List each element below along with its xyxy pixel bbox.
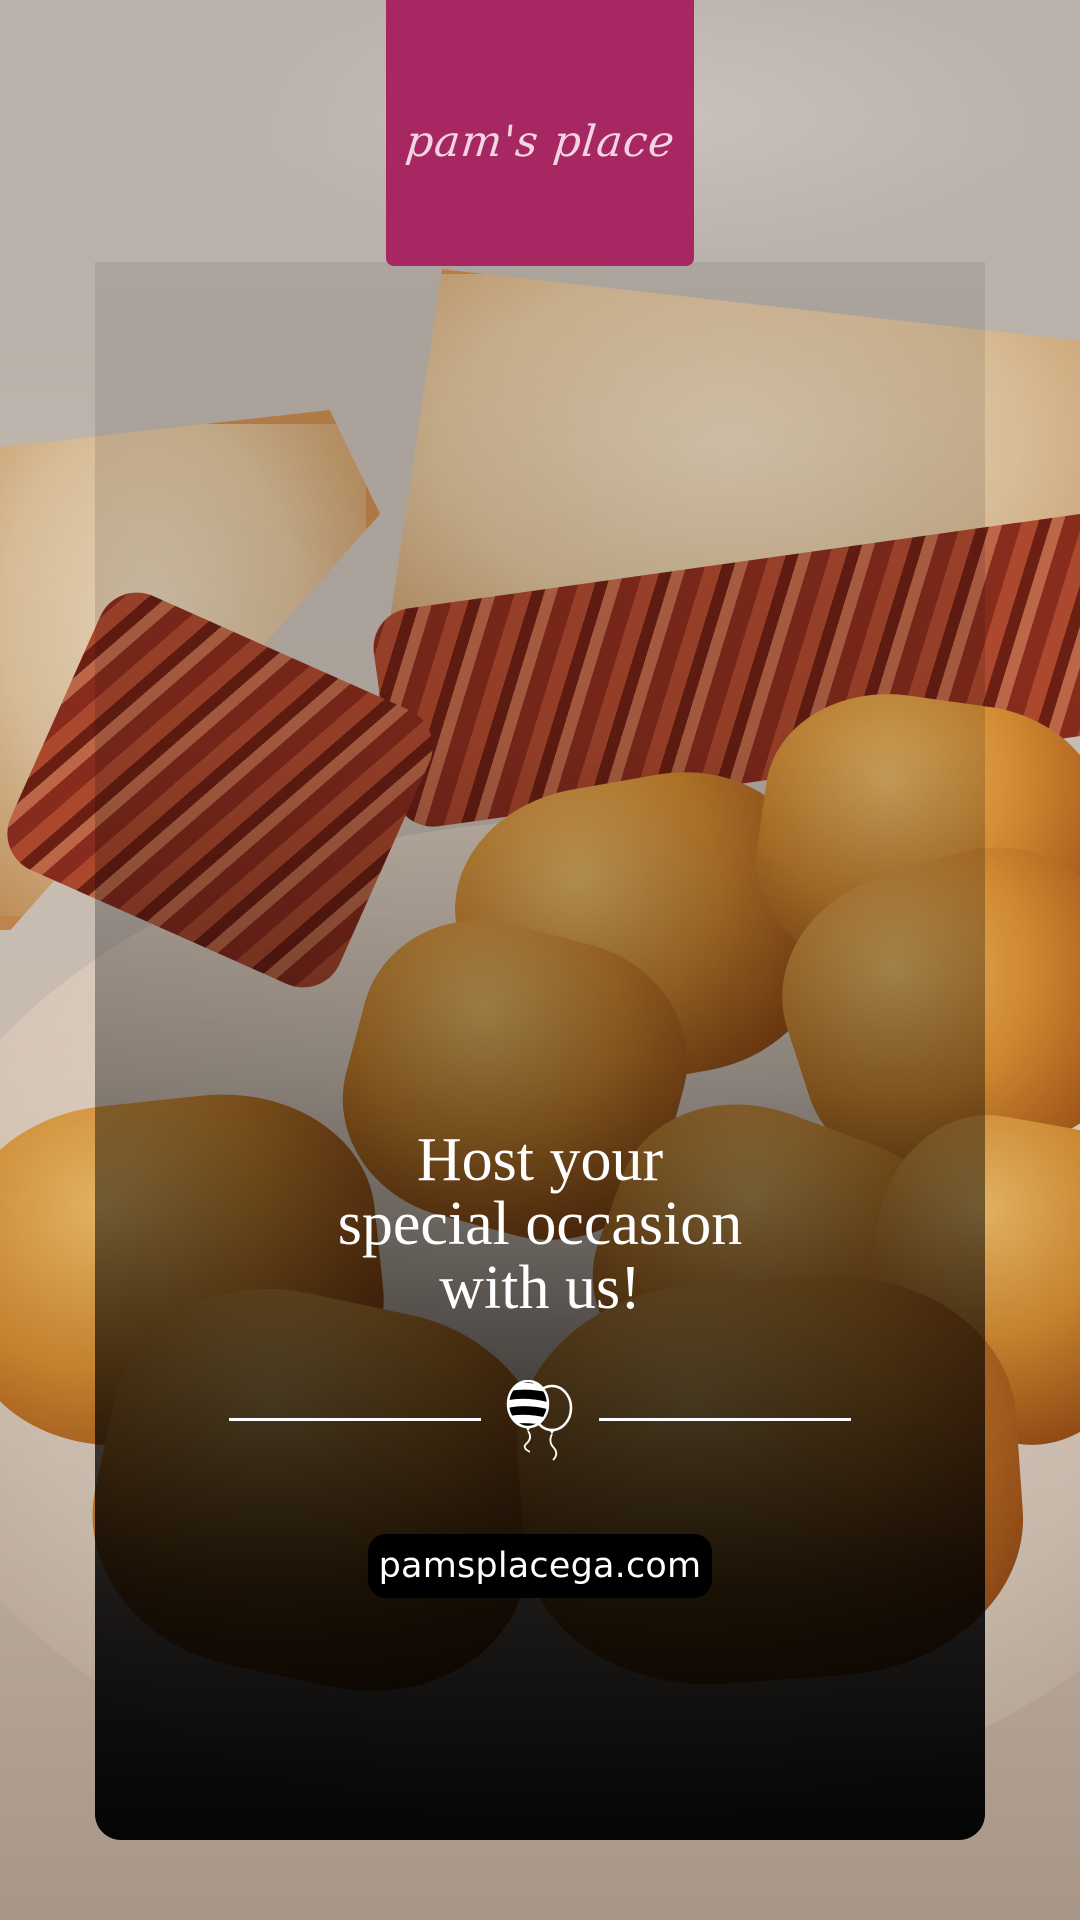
headline-line-3: with us!: [439, 1254, 641, 1322]
divider-line-right: [599, 1418, 851, 1421]
brand-logo: pam's place: [402, 117, 678, 167]
headline: Host your special occasion with us!: [95, 1128, 985, 1320]
headline-line-2: special occasion: [337, 1190, 743, 1258]
balloons-icon: [506, 1380, 573, 1461]
logo-badge: pam's place: [386, 0, 694, 266]
content-card: [95, 262, 985, 1840]
website-link[interactable]: pamsplacega.com: [368, 1534, 712, 1598]
website-url: pamsplacega.com: [378, 1546, 702, 1586]
divider-line-left: [229, 1418, 481, 1421]
promo-story: pam's place Host your special occasion w…: [0, 0, 1080, 1920]
headline-line-1: Host your: [416, 1126, 664, 1194]
